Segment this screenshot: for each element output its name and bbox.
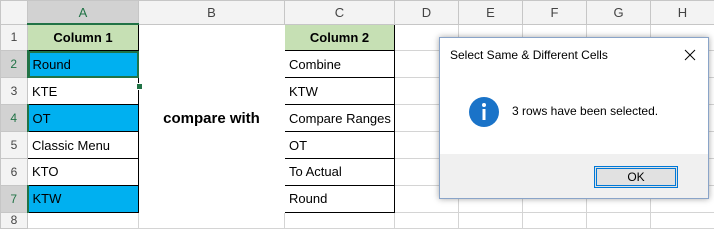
column-header-h[interactable]: H: [650, 0, 714, 25]
cell-b1[interactable]: [139, 24, 285, 51]
cell-a6[interactable]: KTO: [27, 158, 139, 186]
column-header-b[interactable]: B: [138, 0, 285, 25]
cell-c5[interactable]: OT: [284, 131, 395, 160]
cell-a2[interactable]: Round: [27, 50, 139, 79]
row-header-4[interactable]: 4: [0, 104, 29, 133]
cell-b6[interactable]: [139, 159, 285, 186]
row-header-6[interactable]: 6: [0, 158, 28, 186]
cell-b2[interactable]: [139, 51, 285, 78]
cell-b5[interactable]: [139, 132, 285, 159]
select-same-different-dialog: Select Same & Different Cells 3 rows hav…: [439, 37, 709, 199]
row-header-3[interactable]: 3: [0, 77, 28, 106]
cell-c8[interactable]: [284, 211, 395, 230]
column-header-g[interactable]: G: [586, 0, 651, 25]
dialog-title: Select Same & Different Cells: [450, 48, 608, 62]
column-header-a[interactable]: A: [27, 0, 139, 25]
cell-c7[interactable]: Round: [284, 184, 395, 213]
cell-b7[interactable]: [139, 185, 285, 212]
column-header-f[interactable]: F: [522, 0, 587, 25]
dialog-body: 3 rows have been selected.: [440, 72, 708, 154]
cell-c1[interactable]: Column 2: [284, 23, 395, 52]
fill-handle[interactable]: [136, 83, 143, 90]
row-header-2[interactable]: 2: [0, 50, 29, 79]
cell-b3[interactable]: [139, 78, 285, 105]
info-icon: [468, 96, 500, 128]
cell-c4[interactable]: Compare Ranges: [284, 104, 395, 133]
cell-c6[interactable]: To Actual: [284, 158, 395, 186]
select-all-corner[interactable]: [0, 0, 28, 25]
row-header-7[interactable]: 7: [0, 184, 29, 213]
cell-a1[interactable]: Column 1: [27, 23, 139, 52]
cell-h8[interactable]: [650, 211, 714, 230]
dialog-footer: OK: [440, 154, 708, 198]
cell-a8[interactable]: [27, 211, 139, 230]
cell-a3[interactable]: KTE: [27, 77, 139, 106]
cell-a5[interactable]: Classic Menu: [27, 131, 139, 160]
dialog-titlebar[interactable]: Select Same & Different Cells: [440, 38, 708, 72]
compare-with-label[interactable]: compare with: [139, 105, 285, 132]
column-header-e[interactable]: E: [458, 0, 523, 25]
dialog-message: 3 rows have been selected.: [512, 104, 659, 118]
cell-c2[interactable]: Combine: [284, 50, 395, 79]
row-header-8[interactable]: 8: [0, 211, 28, 230]
cell-a7[interactable]: KTW: [27, 184, 139, 213]
close-icon[interactable]: [680, 45, 700, 65]
cell-f8[interactable]: [522, 211, 587, 230]
row-header-1[interactable]: 1: [0, 23, 28, 52]
cell-d8[interactable]: [394, 211, 459, 230]
cell-c3[interactable]: KTW: [284, 77, 395, 106]
cell-b8[interactable]: [138, 211, 285, 230]
ok-button[interactable]: OK: [594, 166, 678, 188]
cell-a4[interactable]: OT: [27, 104, 139, 133]
row-header-5[interactable]: 5: [0, 131, 28, 160]
column-header-c[interactable]: C: [284, 0, 395, 25]
cell-e8[interactable]: [458, 211, 523, 230]
cell-g8[interactable]: [586, 211, 651, 230]
column-header-d[interactable]: D: [394, 0, 459, 25]
